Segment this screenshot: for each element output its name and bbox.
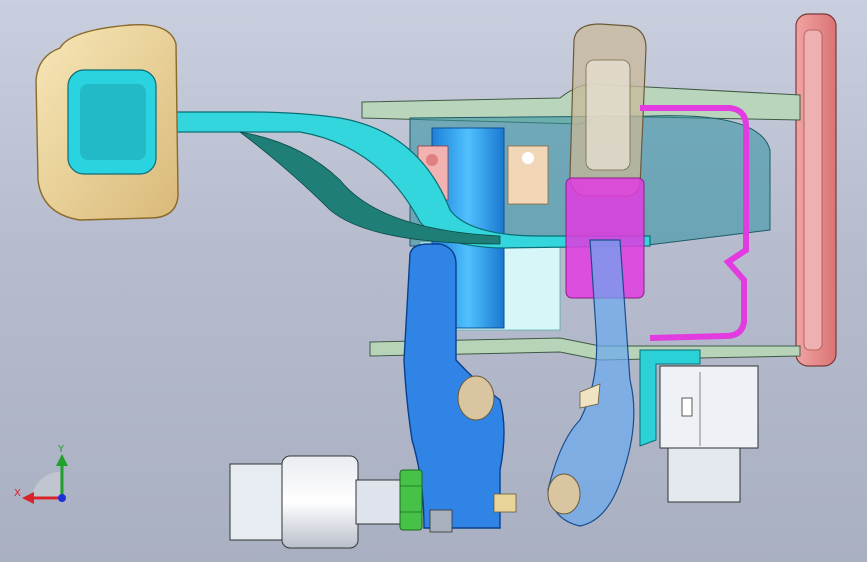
lock-nut[interactable] [399, 469, 423, 531]
y-axis-label: Y [57, 444, 65, 455]
z-axis-point [58, 494, 66, 502]
stop-lamp-switch[interactable] [229, 455, 403, 549]
bump-stop-housing[interactable] [569, 23, 647, 197]
adjuster-bolt[interactable] [429, 509, 453, 533]
y-axis-arrowhead [56, 454, 68, 466]
switch-connector[interactable] [659, 365, 759, 503]
x-axis-arrowhead [22, 492, 34, 504]
coordinate-triad: Y X [14, 444, 68, 504]
pedal-pad[interactable] [35, 23, 179, 221]
firewall-plate[interactable] [795, 13, 837, 367]
x-axis-label: X [14, 488, 21, 499]
cad-viewport[interactable]: Y X [0, 0, 867, 562]
